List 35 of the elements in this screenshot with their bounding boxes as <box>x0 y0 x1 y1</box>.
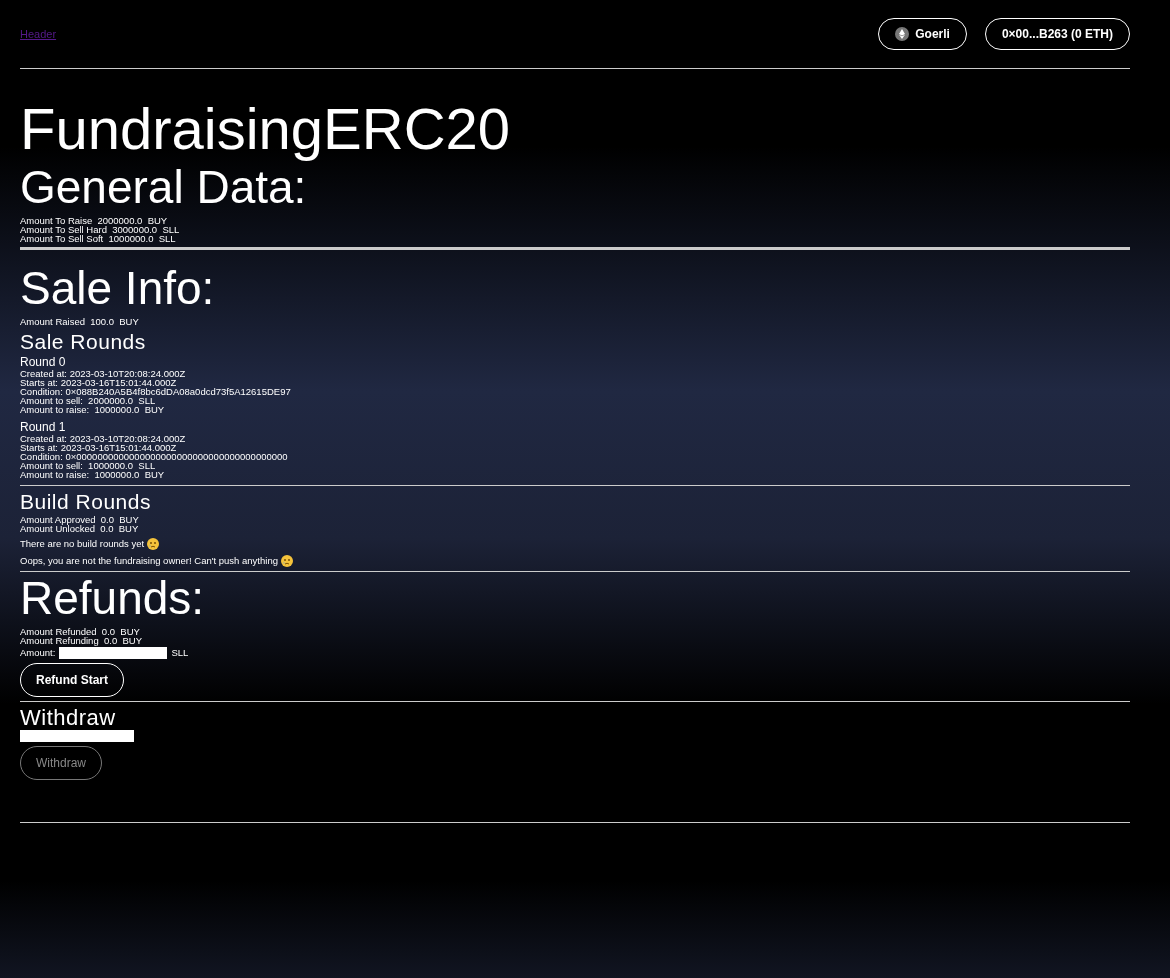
withdraw-field[interactable] <box>20 729 134 742</box>
round-detail: Created at: 2023-03-10T20:08:24.000Z <box>20 368 187 378</box>
round-detail: Amount to sell: 2000000.0 SLL <box>20 395 156 405</box>
field-label: Amount: <box>20 648 56 658</box>
round-detail: Created at: 2023-03-10T20:08:24.000Z <box>20 433 187 443</box>
round-detail: Amount to raise: 1000000.0 BUY <box>20 469 166 479</box>
data-row-text: Amount To Sell Soft 1000000.0 SLL <box>20 233 176 243</box>
data-row-text: Amount Refunding 0.0 BUY <box>20 635 143 645</box>
sad-face-icon <box>147 537 160 550</box>
data-row-text: Amount To Sell Hard 3000000.0 SLL <box>20 224 181 234</box>
data-row-text: Amount To Raise 2000000.0 BUY <box>20 215 169 225</box>
round-title: Round 0 <box>20 354 67 369</box>
round-detail: Starts at: 2023-03-16T15:01:44.000Z <box>20 442 177 452</box>
round-detail: Starts at: 2023-03-16T15:01:44.000Z <box>20 377 177 387</box>
subsection-heading: Build Rounds <box>20 489 152 513</box>
round-detail: Amount to raise: 1000000.0 BUY <box>20 404 166 414</box>
amount-field[interactable] <box>59 646 168 659</box>
data-row-text: Amount Raised 100.0 BUY <box>20 316 140 326</box>
round-detail: Condition: 0×088B240A5B4f8bc6dDA08a0dcd73f5A12615DE97 <box>20 386 292 396</box>
ethereum-icon <box>895 27 910 41</box>
round-title: Round 1 <box>20 419 67 434</box>
message-text: There are no build rounds yet <box>20 539 145 549</box>
round-detail: Condition: 0×0000000000000000000000000000000000000000 <box>20 451 289 461</box>
section-heading: General Data: <box>20 160 307 214</box>
unit-label: SLL <box>171 648 189 658</box>
message-text: Oops, you are not the fundraising owner! Can't push anything <box>20 556 278 566</box>
data-row-text: Amount Refunded 0.0 BUY <box>20 626 141 636</box>
data-row-text: Amount Approved 0.0 BUY <box>20 514 140 524</box>
round-detail: Amount to sell: 1000000.0 SLL <box>20 460 156 470</box>
subsection-heading: Sale Rounds <box>20 329 147 353</box>
section-heading: Refunds: <box>20 571 206 625</box>
page-title: FundraisingERC20 <box>20 97 512 161</box>
subsection-heading: Withdraw <box>20 705 117 730</box>
sad-face-icon <box>280 554 293 567</box>
section-heading: Sale Info: <box>20 261 216 315</box>
